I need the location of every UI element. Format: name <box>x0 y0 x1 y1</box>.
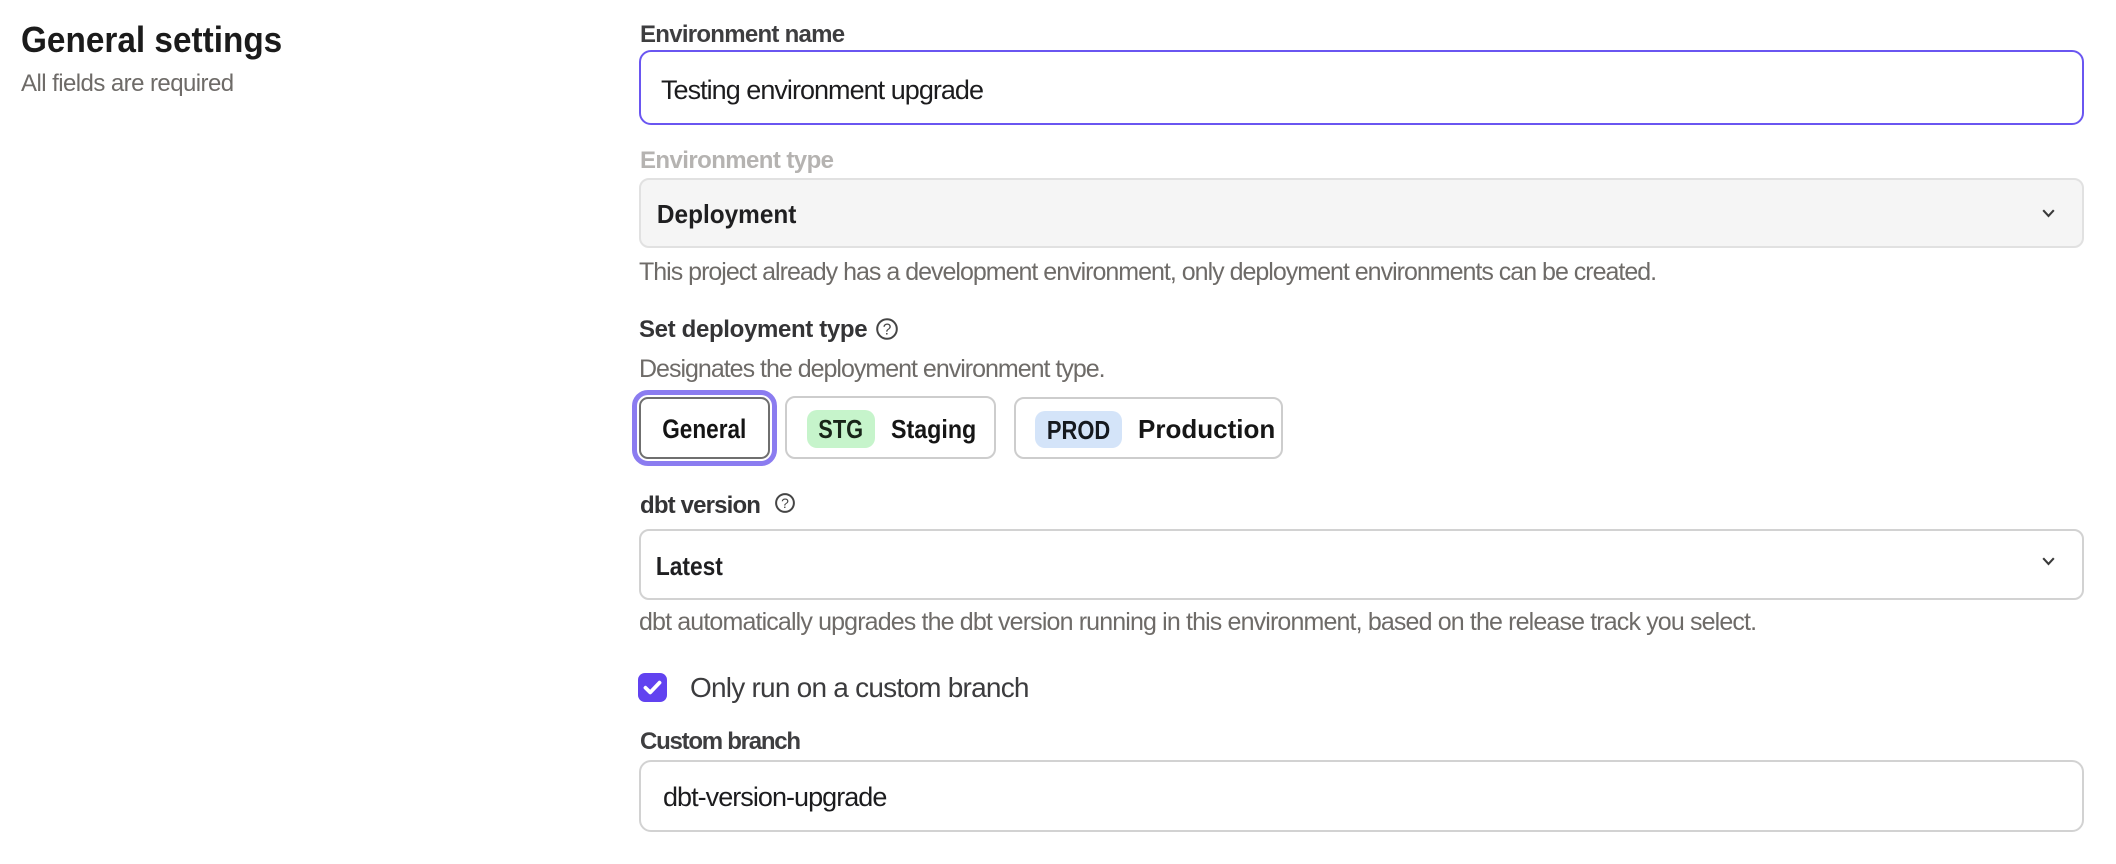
svg-text:?: ? <box>883 321 892 338</box>
svg-text:?: ? <box>781 495 789 511</box>
